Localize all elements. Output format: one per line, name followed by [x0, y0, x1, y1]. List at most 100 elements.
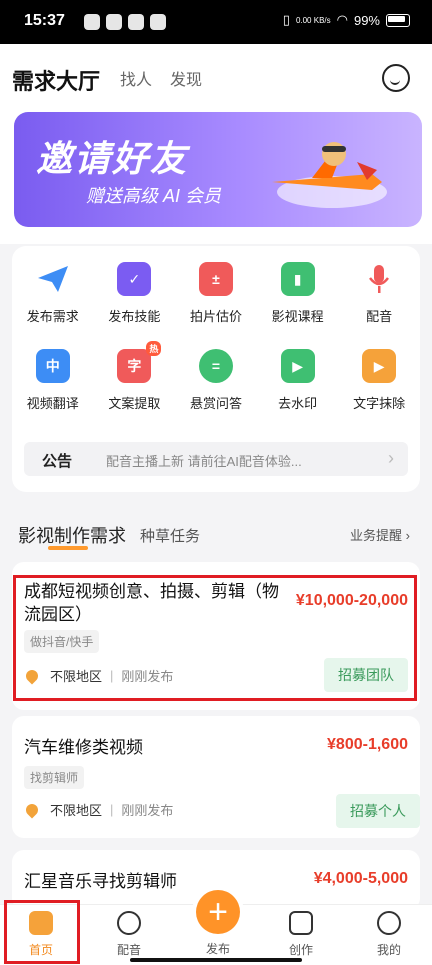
- menu-item-label: 发布技能: [108, 309, 161, 324]
- menu-item-bounty-qa[interactable]: = 悬赏问答: [175, 349, 257, 412]
- status-notification-icons: [84, 14, 166, 30]
- watermark-icon: ▶: [280, 349, 315, 383]
- menu-item-label: 影视课程: [271, 309, 324, 324]
- menu-item-label: 文字抹除: [353, 396, 406, 411]
- section-tab-seeding[interactable]: 种草任务: [140, 525, 200, 546]
- app-icon: [150, 14, 166, 30]
- microphone-icon: [362, 262, 396, 296]
- demand-card[interactable]: 成都短视频创意、拍摄、剪辑（物流园区） ¥10,000-20,000 做抖音/快…: [12, 562, 420, 710]
- menu-item-label: 文案提取: [108, 396, 161, 411]
- feature-menu: 发布需求 ✓ 发布技能 ± 拍片估价 ▮ 影视课程 配音 中 视频翻译 字热 文…: [12, 246, 420, 492]
- banner-title: 邀请好友: [36, 138, 189, 179]
- recruit-team-badge[interactable]: 招募团队: [324, 658, 408, 692]
- divider: |: [110, 668, 114, 683]
- card-price: ¥4,000-5,000: [313, 870, 408, 887]
- status-time: 15:37: [24, 12, 65, 29]
- status-bar: 15:37 ▯ 0.00 KB/s ◠ 99%: [0, 0, 432, 44]
- smile-profile-icon: [377, 911, 401, 935]
- banner-subtitle: 赠送高级 AI 会员: [86, 186, 222, 206]
- translate-icon: 中: [35, 349, 70, 383]
- card-tag: 找剪辑师: [24, 766, 85, 789]
- tab-find-people[interactable]: 找人: [120, 66, 152, 90]
- nav-label: 配音: [116, 943, 141, 957]
- card-title: 汽车维修类视频: [24, 738, 143, 757]
- menu-item-film-course[interactable]: ▮ 影视课程: [257, 262, 339, 325]
- card-meta: 不限地区 | 刚刚发布: [23, 800, 174, 819]
- business-reminder-link[interactable]: 业务提醒 ›: [350, 525, 410, 544]
- publish-label: 发布: [205, 942, 230, 956]
- battery-icon: [386, 13, 410, 27]
- card-price: ¥10,000-20,000: [295, 592, 408, 609]
- location-pin-icon: [23, 801, 41, 818]
- wifi-icon: ◠: [336, 12, 348, 27]
- app-icon: [84, 14, 100, 30]
- header: 需求大厅 找人 发现: [0, 44, 432, 108]
- location-pin-icon: [23, 667, 41, 684]
- menu-item-price-estimate[interactable]: ± 拍片估价: [175, 262, 257, 325]
- plane-illustration-icon: [272, 142, 387, 208]
- recruit-individual-badge[interactable]: 招募个人: [336, 794, 420, 828]
- menu-item-label: 拍片估价: [189, 309, 242, 324]
- chat-bubble-icon: =: [198, 349, 233, 383]
- nav-dubbing[interactable]: 配音: [94, 911, 164, 958]
- network-speed: 0.00 KB/s: [295, 15, 331, 25]
- card-meta: 不限地区 | 刚刚发布: [23, 666, 174, 685]
- menu-item-label: 去水印: [278, 396, 318, 411]
- microphone-icon: [117, 911, 141, 935]
- app-icon: [106, 14, 122, 30]
- demand-card[interactable]: 汽车维修类视频 ¥800-1,600 找剪辑师 不限地区 | 刚刚发布 招募个人: [12, 716, 420, 838]
- announcement-tag: 公告: [42, 453, 73, 470]
- section-title[interactable]: 影视制作需求: [18, 522, 126, 548]
- card-location: 不限地区: [50, 803, 103, 818]
- hot-badge: 热: [146, 341, 162, 356]
- tab-demand-hall[interactable]: 需求大厅: [12, 64, 100, 96]
- card-time: 刚刚发布: [121, 803, 174, 818]
- menu-item-video-translate[interactable]: 中 视频翻译: [12, 349, 94, 412]
- menu-item-post-skill[interactable]: ✓ 发布技能: [94, 262, 176, 325]
- card-time: 刚刚发布: [121, 669, 174, 684]
- card-title: 成都短视频创意、拍摄、剪辑（物流园区）: [24, 582, 279, 624]
- card-price: ¥800-1,600: [327, 736, 408, 753]
- divider: |: [110, 802, 114, 817]
- video-camera-icon: [289, 911, 313, 935]
- menu-item-text-extract[interactable]: 字热 文案提取: [94, 341, 176, 412]
- message-icon[interactable]: [382, 64, 410, 92]
- card-title: 汇星音乐寻找剪辑师: [24, 872, 177, 891]
- bookmark-icon: ▮: [280, 262, 315, 296]
- card-location: 不限地区: [50, 669, 103, 684]
- menu-item-label: 悬赏问答: [189, 396, 242, 411]
- status-right: ▯ 0.00 KB/s ◠ 99%: [283, 12, 410, 28]
- nav-label: 首页: [28, 943, 53, 957]
- tab-discover[interactable]: 发现: [170, 66, 202, 90]
- nav-mine[interactable]: 我的: [354, 911, 424, 958]
- business-reminder-label: 业务提醒: [350, 528, 403, 543]
- erase-text-icon: ▶: [362, 349, 397, 383]
- announcement-text: 配音主播上新 请前往AI配音体验...: [106, 454, 302, 469]
- home-icon: [29, 911, 53, 935]
- vibrate-icon: ▯: [282, 12, 290, 27]
- section-underline: [48, 546, 88, 550]
- invite-banner[interactable]: 邀请好友 赠送高级 AI 会员: [14, 112, 422, 227]
- nav-label: 创作: [288, 943, 313, 957]
- menu-item-post-demand[interactable]: 发布需求: [12, 262, 94, 325]
- chevron-right-icon: ›: [388, 448, 394, 468]
- nav-home[interactable]: 首页: [6, 911, 76, 958]
- check-doc-icon: ✓: [117, 262, 152, 296]
- feature-grid: 发布需求 ✓ 发布技能 ± 拍片估价 ▮ 影视课程 配音 中 视频翻译 字热 文…: [12, 262, 420, 412]
- card-tag: 做抖音/快手: [24, 630, 100, 653]
- menu-item-remove-watermark[interactable]: ▶ 去水印: [257, 349, 339, 412]
- menu-item-label: 发布需求: [26, 309, 79, 324]
- paper-plane-icon: [36, 262, 70, 296]
- announcement-bar[interactable]: 公告 配音主播上新 请前往AI配音体验... ›: [24, 442, 408, 476]
- nav-label: 我的: [376, 943, 401, 957]
- publish-plus-button[interactable]: +: [196, 890, 240, 934]
- menu-item-label: 配音: [366, 309, 393, 324]
- text-extract-icon: 字热: [117, 341, 162, 383]
- menu-item-label: 视频翻译: [26, 396, 79, 411]
- app-icon: [128, 14, 144, 30]
- battery-percent: 99%: [353, 12, 380, 28]
- menu-item-dubbing[interactable]: 配音: [338, 262, 420, 325]
- calculator-icon: ±: [198, 262, 233, 296]
- menu-item-erase-text[interactable]: ▶ 文字抹除: [338, 349, 420, 412]
- nav-create[interactable]: 创作: [266, 911, 336, 958]
